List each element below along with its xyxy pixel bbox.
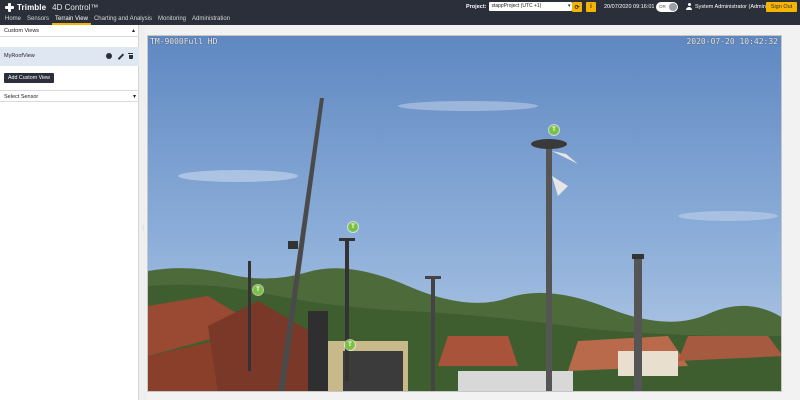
refresh-button[interactable]: ⟳ <box>572 2 582 12</box>
custom-view-name: MyRoofView <box>4 53 35 59</box>
left-panel: Custom Views ▴ MyRoofView Add Custom Vie… <box>0 25 139 400</box>
tab-administration[interactable]: Administration <box>189 14 233 25</box>
edit-icon[interactable] <box>117 53 123 59</box>
sensor-marker[interactable]: T <box>348 222 358 232</box>
current-datetime: 20/07/2020 09:16:01 <box>604 4 655 10</box>
record-icon[interactable] <box>106 53 112 59</box>
tab-monitoring[interactable]: Monitoring <box>155 14 189 25</box>
select-sensor-label: Select Sensor <box>4 94 39 100</box>
product-name: 4D Control™ <box>52 3 99 12</box>
info-icon: i <box>590 4 592 10</box>
camera-id-overlay: TM-9000Full HD <box>150 37 218 46</box>
toggle-knob <box>669 3 677 11</box>
chevron-down-icon: ▾ <box>132 94 136 100</box>
mode-toggle[interactable]: OR <box>656 2 678 12</box>
camera-timestamp-overlay: 2020-07-20 10:42:32 <box>686 37 778 46</box>
project-select[interactable]: stappProject (UTC +1) ▾ <box>489 2 573 11</box>
sign-out-button[interactable]: Sign Out <box>766 2 797 12</box>
main-nav: Home Sensors Terrain View Charting and A… <box>2 14 233 25</box>
brand-logo[interactable]: Trimble 4D Control™ <box>5 2 98 13</box>
tab-charting-and-analysis[interactable]: Charting and Analysis <box>91 14 155 25</box>
select-sensor-dropdown[interactable]: Select Sensor ▾ <box>0 90 139 102</box>
trimble-logo-icon <box>5 3 14 12</box>
sensor-marker[interactable]: T <box>345 340 355 350</box>
user-name: System Administrator (Admin) <box>695 3 768 10</box>
project-select-value: stappProject (UTC +1) <box>491 3 542 9</box>
sensor-marker[interactable]: T <box>549 125 559 135</box>
user-icon <box>686 3 692 10</box>
custom-view-item[interactable]: MyRoofView <box>0 47 139 66</box>
project-label: Project: <box>466 3 487 10</box>
chevron-down-icon: ▾ <box>567 3 571 9</box>
custom-view-actions <box>106 53 133 59</box>
camera-image <box>148 36 781 391</box>
custom-views-title: Custom Views <box>4 28 40 34</box>
camera-feed[interactable]: TM-9000Full HD 2020-07-20 10:42:32 T T T… <box>147 35 782 392</box>
mode-toggle-label: OR <box>659 4 666 9</box>
tab-terrain-view[interactable]: Terrain View <box>52 14 91 25</box>
tab-sensors[interactable]: Sensors <box>24 14 52 25</box>
splitter-grip-icon: ⋮ <box>141 225 146 231</box>
delete-icon[interactable] <box>128 53 133 59</box>
panel-splitter[interactable]: ⋮ <box>139 25 146 400</box>
info-button[interactable]: i <box>586 2 596 12</box>
project-picker: Project: stappProject (UTC +1) ▾ <box>466 2 573 11</box>
user-menu[interactable]: System Administrator (Admin) <box>686 3 768 10</box>
custom-views-header[interactable]: Custom Views ▴ <box>0 25 138 37</box>
tab-home[interactable]: Home <box>2 14 24 25</box>
top-bar: Trimble 4D Control™ Home Sensors Terrain… <box>0 0 800 25</box>
chevron-up-icon: ▴ <box>131 28 135 34</box>
sensor-marker[interactable]: T <box>253 285 263 295</box>
add-custom-view-button[interactable]: Add Custom View <box>4 73 54 83</box>
refresh-icon: ⟳ <box>574 4 580 11</box>
brand-name: Trimble <box>17 3 47 12</box>
